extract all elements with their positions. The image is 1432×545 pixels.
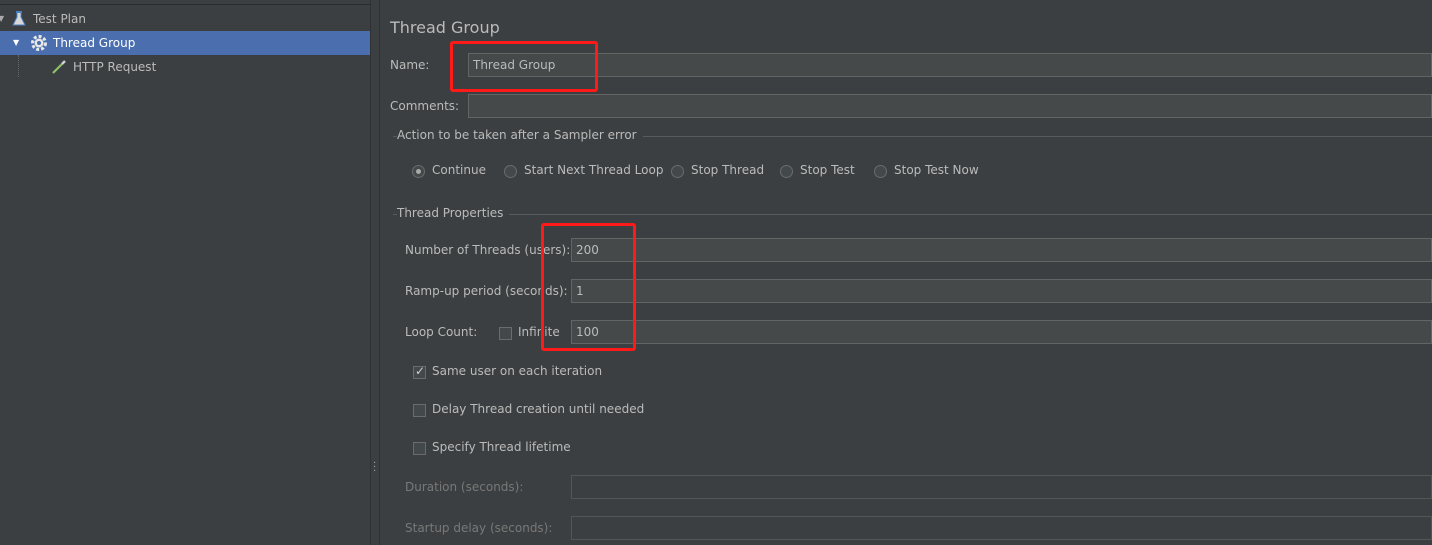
stop-test-now-label[interactable]: Stop Test Now [894,163,979,177]
duration-field[interactable] [571,475,1432,499]
tree-top-divider [0,0,370,5]
section-divider [393,214,1432,215]
tree-item-http-request[interactable]: HTTP Request [0,55,370,79]
chevron-down-icon[interactable]: ▼ [13,31,19,55]
start-next-thread-loop-label[interactable]: Start Next Thread Loop [524,163,663,177]
duration-label: Duration (seconds): [405,480,524,494]
page-title: Thread Group [390,18,500,37]
tree-item-label: Test Plan [33,12,86,26]
specify-thread-lifetime-checkbox[interactable] [413,442,426,455]
number-of-threads-field[interactable]: 200 [571,238,1432,262]
tree-item-test-plan[interactable]: ▼ Test Plan [0,7,370,31]
stop-test-now-radio[interactable] [874,165,887,178]
same-user-checkbox[interactable] [413,364,426,379]
thread-properties-section-title: Thread Properties [397,206,510,220]
start-next-thread-loop-radio[interactable] [504,165,517,178]
delay-thread-creation-label[interactable]: Delay Thread creation until needed [432,402,644,416]
name-field[interactable]: Thread Group [468,53,1432,77]
name-label: Name: [390,58,430,72]
sampler-error-section-title: Action to be taken after a Sampler error [397,128,643,142]
tree-guide-line [18,55,19,77]
gear-icon [30,34,48,52]
comments-field[interactable] [468,94,1432,118]
stop-test-label[interactable]: Stop Test [800,163,855,177]
stop-test-radio[interactable] [780,165,793,178]
infinite-checkbox[interactable] [499,327,512,340]
continue-label[interactable]: Continue [432,163,486,177]
flask-icon [12,11,26,27]
stop-thread-label[interactable]: Stop Thread [691,163,764,177]
startup-delay-label: Startup delay (seconds): [405,521,553,535]
infinite-label[interactable]: Infinite [518,325,560,339]
delay-thread-creation-checkbox[interactable] [413,404,426,417]
same-user-label[interactable]: Same user on each iteration [432,364,602,378]
loop-count-label: Loop Count: [405,325,478,339]
continue-radio[interactable] [412,165,425,178]
chevron-down-icon[interactable]: ▼ [0,7,4,31]
tree-item-label: Thread Group [53,36,136,50]
ramp-up-period-field[interactable]: 1 [571,279,1432,303]
stop-thread-radio[interactable] [671,165,684,178]
drag-handle-icon[interactable]: · · · [373,459,376,477]
tree-item-thread-group[interactable]: ▼ Thread Group [0,31,370,55]
loop-count-field[interactable]: 100 [571,320,1432,344]
thread-group-panel [381,0,1432,545]
startup-delay-field[interactable] [571,516,1432,540]
number-of-threads-label: Number of Threads (users): [405,243,571,257]
tree-item-label: HTTP Request [73,60,157,74]
ramp-up-period-label: Ramp-up period (seconds): [405,284,568,298]
pipette-icon [51,59,67,75]
comments-label: Comments: [390,99,460,113]
specify-thread-lifetime-label[interactable]: Specify Thread lifetime [432,440,571,454]
tree-panel: ▼ Test Plan ▼ Thread Group HTTP Request [0,0,370,545]
